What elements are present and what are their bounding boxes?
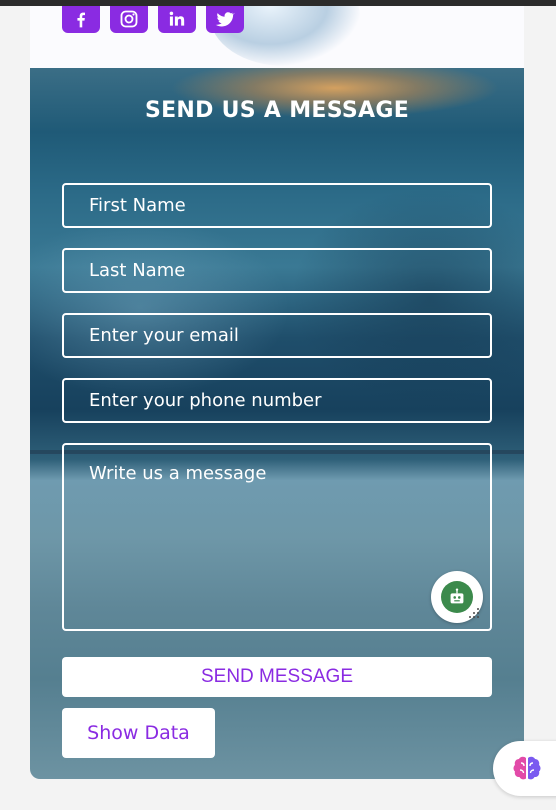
form-title: SEND US A MESSAGE: [144, 98, 410, 123]
instagram-icon: [120, 10, 138, 28]
cloud-light: [30, 218, 290, 398]
facebook-link[interactable]: [62, 6, 100, 33]
social-links: [62, 6, 244, 33]
card-header: [30, 6, 524, 68]
linkedin-link[interactable]: [158, 6, 196, 33]
brain-icon: [513, 756, 541, 780]
message-field[interactable]: [62, 443, 492, 631]
contact-form-panel: SEND US A MESSAGE SEND MESSAGE Show Data: [30, 68, 524, 779]
instagram-link[interactable]: [110, 6, 148, 33]
email-field[interactable]: [62, 313, 492, 358]
extension-button[interactable]: [493, 741, 556, 796]
show-data-button[interactable]: Show Data: [62, 708, 215, 758]
twitter-icon: [215, 12, 235, 27]
first-name-field[interactable]: [62, 183, 492, 228]
linkedin-icon: [169, 11, 185, 26]
last-name-field[interactable]: [62, 248, 492, 293]
resize-handle-icon[interactable]: [468, 607, 480, 619]
twitter-link[interactable]: [206, 6, 244, 33]
facebook-icon: [77, 12, 85, 28]
phone-field[interactable]: [62, 378, 492, 423]
send-message-button[interactable]: SEND MESSAGE: [62, 657, 492, 697]
